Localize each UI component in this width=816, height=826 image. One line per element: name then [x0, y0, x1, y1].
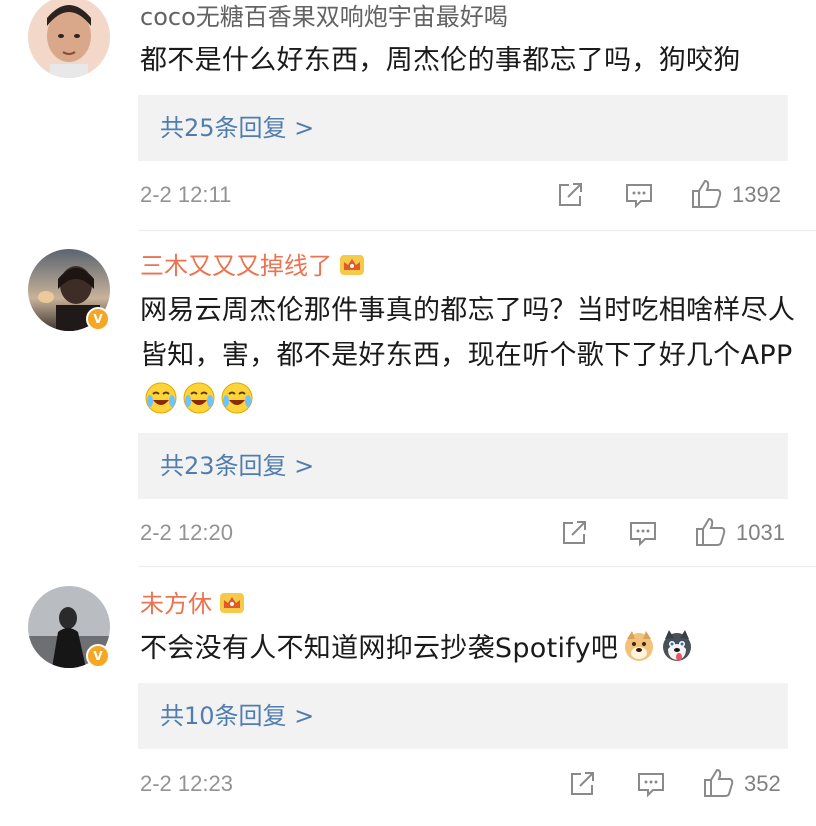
- share-button[interactable]: [556, 180, 586, 208]
- thumbs-up-icon: [696, 517, 726, 546]
- username-text: 三木又又又掉线了: [140, 252, 332, 280]
- vip-crown-icon: [220, 593, 244, 613]
- like-count: 1392: [732, 182, 781, 207]
- like-count: 1031: [736, 520, 785, 545]
- view-replies-button[interactable]: 共23条回复 >: [138, 433, 788, 499]
- laugh-cry-emoji: [144, 381, 178, 415]
- thumbs-up-icon: [704, 768, 734, 797]
- verified-badge: V: [86, 307, 110, 331]
- comment-icon: [638, 773, 664, 798]
- view-replies-button[interactable]: 共10条回复 >: [138, 683, 788, 749]
- comment-text-content: 都不是什么好东西，周杰伦的事都忘了吗，狗咬狗: [140, 45, 741, 76]
- doge-emoji: [622, 629, 656, 663]
- timestamp: 2-2 12:11: [140, 182, 232, 207]
- laugh-cry-emoji: [220, 381, 254, 415]
- vip-crown-icon: [340, 255, 364, 275]
- comment-text-content: 网易云周杰伦那件事真的都忘了吗？当时吃相啥样尽人皆知，害，都不是好东西，现在听个…: [140, 295, 796, 371]
- comment-button[interactable]: [636, 770, 666, 798]
- comment-text: 不会没有人不知道网抑云抄袭Spotify吧: [140, 626, 796, 671]
- comment-button[interactable]: [624, 181, 654, 209]
- username-text: 未方休: [140, 590, 212, 618]
- comment-text: 都不是什么好东西，周杰伦的事都忘了吗，狗咬狗: [140, 38, 796, 83]
- username[interactable]: 三木又又又掉线了: [140, 250, 366, 282]
- like-button[interactable]: [694, 516, 728, 548]
- divider: [138, 230, 816, 231]
- share-button[interactable]: [568, 769, 598, 797]
- avatar[interactable]: [28, 0, 110, 78]
- comment-text-content: 不会没有人不知道网抑云抄袭Spotify吧: [140, 633, 619, 664]
- timestamp: 2-2 12:20: [140, 520, 233, 545]
- comment-icon: [630, 522, 656, 547]
- comment-button[interactable]: [628, 519, 658, 547]
- username[interactable]: 未方休: [140, 588, 246, 620]
- comment-icon: [626, 184, 652, 209]
- comment-text: 网易云周杰伦那件事真的都忘了吗？当时吃相啥样尽人皆知，害，都不是好东西，现在听个…: [140, 288, 796, 423]
- username[interactable]: coco无糖百香果双响炮宇宙最好喝: [140, 1, 508, 33]
- comment-item: coco无糖百香果双响炮宇宙最好喝 都不是什么好东西，周杰伦的事都忘了吗，狗咬狗…: [0, 0, 816, 230]
- share-icon: [563, 521, 586, 544]
- verified-badge: V: [86, 644, 110, 668]
- like-button[interactable]: [690, 178, 724, 210]
- like-count: 352: [744, 771, 781, 796]
- view-replies-button[interactable]: 共25条回复 >: [138, 95, 788, 161]
- husky-emoji: [660, 629, 694, 663]
- share-icon: [571, 772, 594, 795]
- share-icon: [559, 183, 582, 206]
- divider: [138, 566, 816, 567]
- share-button[interactable]: [560, 518, 590, 546]
- like-button[interactable]: [702, 767, 736, 799]
- laugh-cry-emoji: [182, 381, 216, 415]
- thumbs-up-icon: [692, 179, 722, 208]
- timestamp: 2-2 12:23: [140, 771, 233, 796]
